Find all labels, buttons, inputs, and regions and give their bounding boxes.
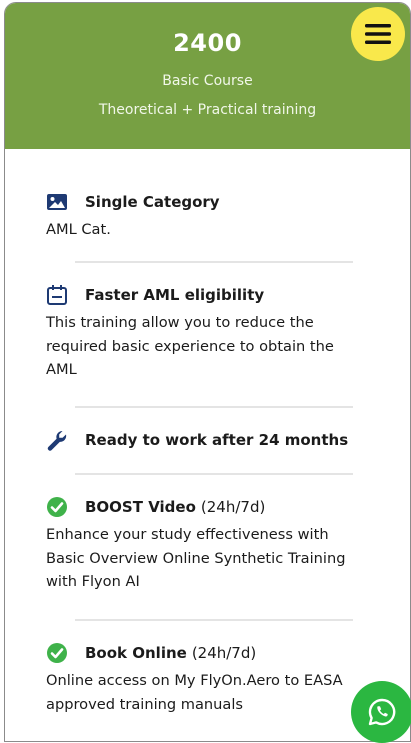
course-card: 2400 Basic Course Theoretical + Practica… <box>4 2 411 742</box>
image-icon <box>47 194 67 210</box>
feature-title: Ready to work after 24 months <box>85 431 349 449</box>
card-header: 2400 Basic Course Theoretical + Practica… <box>5 3 410 149</box>
whatsapp-icon <box>368 698 396 726</box>
feature-description: AML Cat. <box>46 221 111 238</box>
feature-single-category: Single Category AML Cat. <box>46 191 366 242</box>
divider <box>75 619 353 621</box>
whatsapp-chat-button[interactable] <box>351 681 411 743</box>
hamburger-menu-icon <box>365 24 391 44</box>
feature-book-online: Book Online (24h/7d) Online access on My… <box>46 642 366 716</box>
price: 2400 <box>173 29 242 57</box>
feature-description: Online access on My FlyOn.Aero to EASA a… <box>46 672 343 713</box>
training-type: Theoretical + Practical training <box>98 102 317 118</box>
feature-title: BOOST Video <box>85 498 196 516</box>
check-circle-icon <box>47 497 67 517</box>
feature-availability: (24h/7d) <box>200 498 266 516</box>
feature-description: This training allow you to reduce the re… <box>46 314 334 378</box>
feature-title: Faster AML eligibility <box>85 286 265 304</box>
feature-faster-aml: Faster AML eligibility This training all… <box>46 284 366 382</box>
menu-button[interactable] <box>351 7 405 61</box>
wrench-icon <box>47 430 67 451</box>
divider <box>75 473 353 475</box>
divider <box>75 261 353 263</box>
feature-boost-video: BOOST Video (24h/7d) Enhance your study … <box>46 496 366 594</box>
feature-description: Enhance your study effectiveness with Ba… <box>46 526 346 590</box>
course-name: Basic Course <box>162 73 253 89</box>
feature-availability: (24h/7d) <box>191 644 257 662</box>
feature-title: Single Category <box>85 193 220 211</box>
calendar-icon <box>47 285 67 305</box>
feature-title: Book Online <box>85 644 187 662</box>
feature-ready-to-work: Ready to work after 24 months <box>46 429 366 451</box>
divider <box>75 406 353 408</box>
check-circle-icon <box>47 643 67 663</box>
